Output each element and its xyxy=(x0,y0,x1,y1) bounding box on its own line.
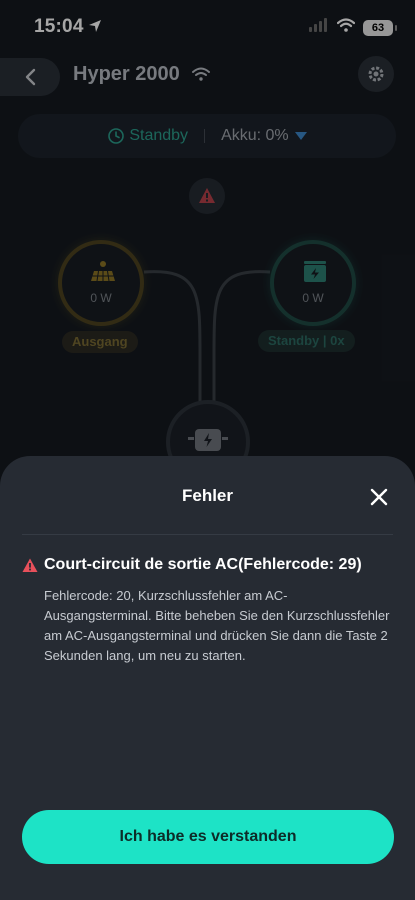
divider xyxy=(22,534,393,535)
close-button[interactable] xyxy=(364,482,394,512)
error-description: Fehlercode: 20, Kurzschlussfehler am AC-… xyxy=(44,588,390,663)
close-icon xyxy=(370,488,388,506)
warning-icon xyxy=(22,558,38,572)
error-sheet: Fehler Court-circuit de sortie AC(Fehler… xyxy=(0,456,415,900)
error-heading: Court-circuit de sortie AC(Fehlercode: 2… xyxy=(22,556,362,574)
error-title: Court-circuit de sortie AC(Fehlercode: 2… xyxy=(44,556,362,573)
screen: 15:04 63 Hyper 2000 Standby Akku: 0% 0 W… xyxy=(0,0,415,900)
sheet-title: Fehler xyxy=(181,486,234,505)
confirm-button[interactable]: Ich habe es verstanden xyxy=(22,810,394,864)
